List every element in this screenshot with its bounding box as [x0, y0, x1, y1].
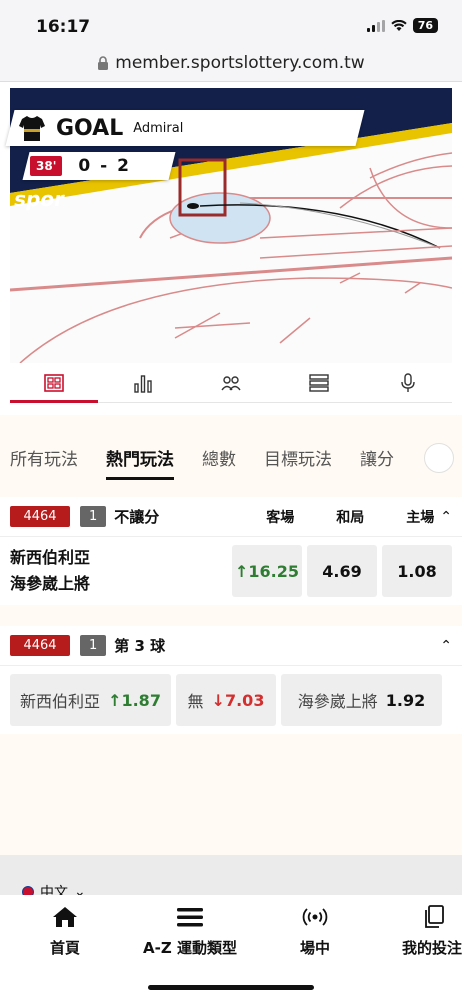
market-third-goal: 4464 1 第 3 球 ⌃ 新西伯利亞 ↑1.87 無 ↓7.03 海參崴上將… [0, 626, 462, 734]
option-label: 新西伯利亞 [20, 692, 101, 711]
market-header[interactable]: 4464 1 第 3 球 ⌃ [0, 626, 462, 666]
option-label: 海參崴上將 [297, 692, 378, 711]
match-view-tabs [10, 363, 452, 403]
tab-totals[interactable]: 總數 [202, 445, 236, 470]
collapse-chevron-icon[interactable]: ⌃ [440, 509, 452, 525]
market-header[interactable]: 4464 1 不讓分 客場 和局 主場 ⌃ [0, 497, 462, 537]
tab-audio[interactable] [364, 363, 452, 402]
stats-icon [133, 374, 152, 393]
nav-my-bets[interactable]: 我的投注 [380, 895, 462, 1000]
tab-goal-bets[interactable]: 目標玩法 [264, 445, 332, 470]
tab-lineups[interactable] [187, 363, 275, 402]
nav-label: 我的投注 [402, 939, 462, 957]
nav-label: A-Z 運動類型 [143, 939, 237, 957]
odds-draw-button[interactable]: 4.69 [307, 545, 377, 597]
market-title: 第 3 球 [114, 637, 166, 655]
lineups-icon [221, 375, 241, 390]
option-value: ↓7.03 [211, 690, 265, 710]
home-icon [53, 907, 77, 927]
tab-list[interactable] [275, 363, 363, 402]
match-score: 0 - 2 [78, 156, 131, 176]
match-id-badge: 4464 [10, 635, 70, 656]
option-home-button[interactable]: 新西伯利亞 ↑1.87 [10, 674, 171, 726]
odds-away-button[interactable]: ↑ 16.25 [232, 545, 302, 597]
url-text: member.sportslottery.com.tw [115, 52, 365, 73]
market-moneyline: 4464 1 不讓分 客場 和局 主場 ⌃ 新西伯利亞 海參崴上將 ↑ 16.2… [0, 497, 462, 605]
odds-home-button[interactable]: 1.08 [382, 545, 452, 597]
my-bets-icon [425, 905, 444, 928]
signal-icon [366, 19, 385, 32]
list-icon [309, 373, 330, 392]
clock: 16:17 [36, 17, 91, 37]
market-title: 不讓分 [114, 508, 160, 526]
status-bar: 16:17 76 [0, 0, 462, 44]
tab-scoreboard[interactable] [10, 363, 99, 403]
nav-label: 首頁 [49, 939, 80, 957]
option-none-button[interactable]: 無 ↓7.03 [176, 674, 276, 726]
address-bar[interactable]: member.sportslottery.com.tw [0, 44, 462, 82]
mic-icon [401, 372, 415, 392]
more-tabs-button[interactable] [424, 443, 454, 473]
svg-text:spor: spor [12, 187, 66, 211]
goal-headline: GOAL [56, 115, 124, 141]
lock-icon [98, 55, 109, 70]
tab-all-bets[interactable]: 所有玩法 [10, 445, 78, 470]
team-names: 新西伯利亞 海參崴上將 [10, 545, 227, 597]
scoring-team: Admiral [133, 120, 184, 136]
odds-value: 4.69 [322, 561, 362, 581]
option-value: ↑1.87 [108, 690, 161, 710]
col-home: 主場 [406, 509, 435, 526]
scoreboard-icon [44, 373, 65, 392]
market-row: 新西伯利亞 海參崴上將 ↑ 16.25 4.69 1.08 [0, 537, 462, 605]
option-value: 1.92 [385, 690, 426, 710]
option-label: 無 [187, 692, 204, 711]
tab-stats[interactable] [98, 363, 186, 402]
home-indicator [148, 985, 314, 990]
score-banner: 38' 0 - 2 [30, 152, 131, 180]
nav-home[interactable]: 首頁 [0, 895, 130, 1000]
battery-icon: 76 [412, 18, 438, 33]
market-number-badge: 1 [80, 635, 107, 656]
market-row: 新西伯利亞 ↑1.87 無 ↓7.03 海參崴上將 1.92 [0, 666, 462, 734]
home-team-name: 新西伯利亞 [10, 548, 91, 567]
live-icon [302, 908, 328, 926]
arrow-up-icon: ↑ [234, 561, 249, 581]
odds-value: 1.08 [397, 561, 437, 581]
col-away: 客場 [266, 509, 295, 526]
away-team-name: 海參崴上將 [10, 574, 91, 593]
bet-type-tabs: 所有玩法 熱門玩法 總數 目標玩法 讓分 [10, 445, 394, 480]
odds-value: 16.25 [248, 561, 299, 581]
match-minute: 38' [30, 156, 63, 176]
tab-handicap[interactable]: 讓分 [360, 445, 394, 470]
odds-column-headers: 客場 和局 主場 [266, 507, 434, 527]
wifi-icon [390, 19, 407, 31]
option-away-button[interactable]: 海參崴上將 1.92 [281, 674, 442, 726]
goal-banner: GOAL Admiral [18, 110, 183, 146]
nav-label: 場中 [299, 939, 330, 957]
collapse-chevron-icon[interactable]: ⌃ [440, 638, 452, 654]
status-icons: 76 [366, 18, 438, 33]
market-number-badge: 1 [80, 506, 107, 527]
tab-popular-bets[interactable]: 熱門玩法 [106, 445, 174, 480]
menu-icon [177, 908, 203, 927]
col-draw: 和局 [336, 509, 365, 526]
match-id-badge: 4464 [10, 506, 70, 527]
jersey-icon [19, 116, 45, 141]
